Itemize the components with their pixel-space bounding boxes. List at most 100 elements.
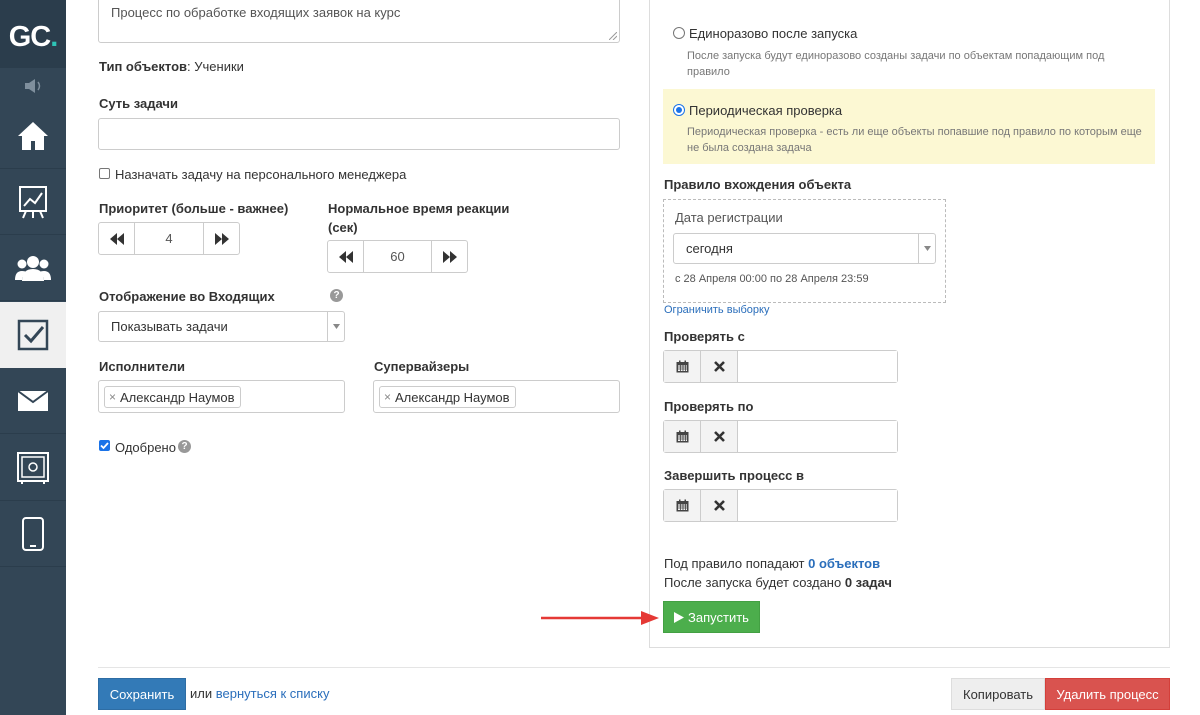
back-to-list-link[interactable]: вернуться к списку: [216, 686, 330, 701]
sidebar-item-safe[interactable]: [0, 435, 66, 501]
reg-date-range: с 28 Апреля 00:00 по 28 Апреля 23:59: [675, 273, 869, 285]
footer-divider: [98, 667, 1170, 668]
approved-checkbox[interactable]: [99, 440, 110, 451]
or-text: или: [190, 686, 213, 701]
approved-label: Одобрено: [115, 440, 176, 455]
sidebar-item-reports[interactable]: [0, 169, 66, 235]
mail-icon: [17, 389, 49, 411]
reaction-label-line1: Нормальное время реакции: [328, 201, 510, 216]
supervisors-input[interactable]: × Александр Наумов: [373, 380, 620, 413]
assign-personal-checkbox[interactable]: [99, 168, 110, 179]
check-from-field[interactable]: [738, 351, 897, 382]
priority-decrease-button[interactable]: [99, 223, 135, 254]
tasks-icon: [17, 319, 49, 350]
periodic-radio[interactable]: [673, 104, 685, 116]
mobile-icon: [22, 516, 44, 551]
object-type-label: Тип объектов: [99, 59, 188, 74]
periodic-hint-line2: не была создана задача: [687, 142, 812, 154]
reaction-value[interactable]: 60: [364, 241, 431, 272]
double-right-icon: [214, 232, 229, 245]
double-left-icon: [109, 232, 124, 245]
inbox-display-label: Отображение во Входящих: [99, 289, 275, 304]
once-radio[interactable]: [673, 27, 685, 39]
save-button[interactable]: Сохранить: [98, 678, 186, 710]
limit-selection-link[interactable]: Ограничить выборку: [664, 304, 769, 316]
check-to-field[interactable]: [738, 421, 897, 452]
reg-date-label: Дата регистрации: [675, 210, 783, 225]
process-description-textarea[interactable]: Процесс по обработке входящих заявок на …: [98, 0, 620, 43]
executors-label: Исполнители: [99, 359, 185, 374]
executor-tag-label: Александр Наумов: [120, 389, 235, 405]
inbox-display-select[interactable]: Показывать задачи: [98, 311, 345, 342]
once-hint-line2: правило: [687, 66, 730, 78]
check-from-input: [663, 350, 898, 383]
reaction-decrease-button[interactable]: [328, 241, 364, 272]
objects-count-link[interactable]: 0 объектов: [808, 556, 880, 571]
process-description-value: Процесс по обработке входящих заявок на …: [111, 5, 401, 20]
resize-handle-icon[interactable]: [609, 32, 617, 40]
clear-icon[interactable]: [701, 490, 738, 521]
priority-value[interactable]: 4: [135, 223, 203, 254]
delete-process-button[interactable]: Удалить процесс: [1045, 678, 1170, 710]
approved-help-icon[interactable]: ?: [178, 440, 191, 453]
priority-stepper: 4: [98, 222, 240, 255]
priority-label: Приоритет (больше - важнее): [99, 201, 289, 216]
remove-tag-icon[interactable]: ×: [384, 390, 391, 404]
play-icon: [674, 611, 685, 623]
run-button[interactable]: Запустить: [663, 601, 760, 633]
logo[interactable]: GC.: [0, 0, 66, 68]
finish-field[interactable]: [738, 490, 897, 521]
chart-icon: [19, 185, 47, 218]
finish-label: Завершить процесс в: [664, 468, 805, 483]
object-type: Тип объектов: Ученики: [99, 59, 244, 74]
sidebar-item-mobile[interactable]: [0, 501, 66, 567]
check-to-input: [663, 420, 898, 453]
clear-icon[interactable]: [701, 421, 738, 452]
once-hint-line1: После запуска будут единоразово созданы …: [687, 50, 1105, 62]
calendar-icon[interactable]: [664, 421, 701, 452]
logo-text: GC.: [8, 21, 59, 53]
object-type-value: : Ученики: [187, 59, 244, 74]
announcement-icon[interactable]: [0, 70, 66, 102]
check-from-label: Проверять с: [664, 329, 745, 344]
reaction-stepper: 60: [327, 240, 468, 273]
executor-tag: × Александр Наумов: [104, 386, 241, 408]
users-icon: [15, 255, 51, 281]
double-left-icon: [338, 250, 353, 263]
assign-personal-label: Назначать задачу на персонального менедж…: [115, 167, 407, 182]
check-icon: [100, 442, 109, 450]
finish-input: [663, 489, 898, 522]
periodic-label: Периодическая проверка: [689, 103, 843, 118]
calendar-icon[interactable]: [664, 490, 701, 521]
home-icon: [18, 121, 48, 150]
inbox-help-icon[interactable]: ?: [330, 289, 343, 302]
summary-tasks: После запуска будет создано 0 задач: [664, 575, 892, 590]
copy-button[interactable]: Копировать: [951, 678, 1045, 710]
reaction-increase-button[interactable]: [431, 241, 467, 272]
footer-links: или вернуться к списку: [190, 686, 329, 701]
clear-icon[interactable]: [701, 351, 738, 382]
priority-increase-button[interactable]: [203, 223, 239, 254]
task-essence-label: Суть задачи: [99, 96, 178, 111]
reg-date-select[interactable]: сегодня: [673, 233, 936, 264]
sidebar-item-tasks[interactable]: [0, 302, 66, 368]
supervisor-tag: × Александр Наумов: [379, 386, 516, 408]
sidebar-item-mail[interactable]: [0, 368, 66, 434]
calendar-icon[interactable]: [664, 351, 701, 382]
periodic-hint-line1: Периодическая проверка - есть ли еще объ…: [687, 126, 1142, 138]
sidebar-item-users[interactable]: [0, 235, 66, 301]
chevron-down-icon: [918, 234, 935, 263]
summary-objects: Под правило попадают 0 объектов: [664, 556, 881, 571]
remove-tag-icon[interactable]: ×: [109, 390, 116, 404]
chevron-down-icon: [327, 312, 344, 341]
check-to-label: Проверять по: [664, 399, 754, 414]
tasks-count: 0 задач: [844, 575, 892, 590]
reaction-label-line2: (сек): [328, 220, 358, 235]
task-essence-input[interactable]: [98, 118, 620, 150]
inbox-display-value: Показывать задачи: [111, 319, 228, 334]
supervisors-label: Супервайзеры: [374, 359, 470, 374]
safe-icon: [17, 451, 49, 484]
once-label: Единоразово после запуска: [689, 26, 858, 41]
executors-input[interactable]: × Александр Наумов: [98, 380, 345, 413]
sidebar-item-home[interactable]: [0, 103, 66, 169]
